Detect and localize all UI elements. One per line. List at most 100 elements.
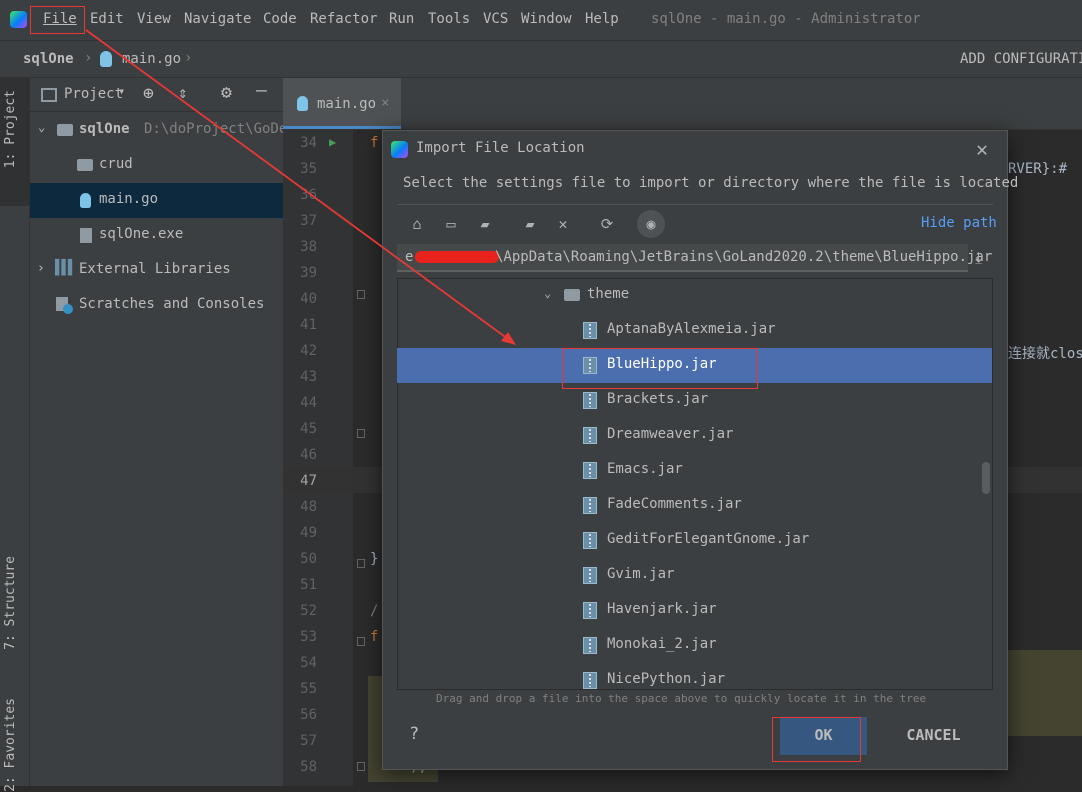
jar-file-icon	[583, 357, 597, 374]
line-number: 54	[300, 655, 317, 671]
run-gutter-icon[interactable]: ▶	[329, 135, 336, 149]
project-toolbar: Project ▾ ⊕ ⇕ ⚙ —	[30, 78, 283, 112]
home-icon[interactable]: ⌂	[406, 213, 428, 235]
code-fragment: }	[370, 551, 379, 567]
locate-icon[interactable]: ⊕	[143, 83, 154, 104]
tree-file-item[interactable]: Dreamweaver.jar	[397, 418, 992, 453]
line-number: 42	[300, 343, 317, 359]
line-number: 38	[300, 239, 317, 255]
path-input[interactable]: e \AppData\Roaming\JetBrains\GoLand2020.…	[397, 244, 992, 272]
cancel-button[interactable]: CANCEL	[890, 717, 977, 755]
jar-file-icon	[583, 462, 597, 479]
menu-navigate[interactable]: Navigate	[184, 11, 251, 27]
new-folder-icon[interactable]: ▰	[519, 213, 541, 235]
tree-file-item[interactable]: Monokai_2.jar	[397, 628, 992, 663]
tree-item-crud[interactable]: crud	[30, 148, 283, 183]
tree-item-sqlone[interactable]: ⌄ sqlOne D:\doProject\GoDem	[30, 113, 296, 148]
path-prefix: e	[405, 249, 414, 265]
close-dialog-icon[interactable]: ✕	[976, 137, 988, 161]
breadcrumb-file[interactable]: main.go	[122, 51, 181, 67]
fold-marker-icon[interactable]	[357, 559, 365, 568]
close-tab-icon[interactable]: ×	[381, 95, 389, 111]
tool-tab-structure[interactable]: 7: Structure	[3, 556, 18, 650]
menu-view[interactable]: View	[137, 11, 171, 27]
file-label: FadeComments.jar	[607, 496, 742, 512]
expand-arrow-icon[interactable]: ›	[37, 261, 45, 276]
add-configuration-button[interactable]: ADD CONFIGURATION	[960, 51, 1082, 67]
breadcrumb-separator-icon: ›	[184, 50, 193, 66]
tree-item-scratches[interactable]: Scratches and Consoles	[30, 288, 283, 323]
tree-file-item[interactable]: NicePython.jar	[397, 663, 992, 690]
menu-edit[interactable]: Edit	[90, 11, 124, 27]
file-label: Gvim.jar	[607, 566, 675, 582]
minimize-icon[interactable]: —	[256, 80, 267, 101]
tree-item-label: crud	[99, 156, 133, 172]
tree-item-sqlone-exe[interactable]: sqlOne.exe	[30, 218, 283, 253]
file-label: Brackets.jar	[607, 391, 709, 407]
tree-file-item[interactable]: BlueHippo.jar	[397, 348, 992, 383]
line-number: 35	[300, 161, 317, 177]
tree-file-item[interactable]: GeditForElegantGnome.jar	[397, 523, 992, 558]
line-number: 57	[300, 733, 317, 749]
menu-vcs[interactable]: VCS	[483, 11, 508, 27]
fold-marker-icon[interactable]	[357, 290, 365, 299]
breadcrumb-project[interactable]: sqlOne	[23, 51, 74, 67]
collapse-all-icon[interactable]: ⇕	[178, 83, 188, 102]
tree-file-item[interactable]: FadeComments.jar	[397, 488, 992, 523]
fold-marker-icon[interactable]	[357, 637, 365, 646]
project-folder-icon[interactable]: ▰	[474, 213, 496, 235]
ok-button[interactable]: OK	[780, 717, 867, 755]
show-hidden-icon[interactable]: ◉	[640, 213, 662, 235]
tree-file-item[interactable]: Brackets.jar	[397, 383, 992, 418]
line-number: 53	[300, 629, 317, 645]
desktop-icon[interactable]: ▭	[440, 213, 462, 235]
gear-icon[interactable]: ⚙	[221, 82, 232, 103]
menu-window[interactable]: Window	[521, 11, 572, 27]
expand-arrow-icon[interactable]: ⌄	[38, 120, 45, 134]
tree-scrollbar[interactable]	[982, 462, 990, 494]
menu-refactor[interactable]: Refactor	[310, 11, 377, 27]
line-number: 45	[300, 421, 317, 437]
line-number: 40	[300, 291, 317, 307]
file-label: Dreamweaver.jar	[607, 426, 734, 442]
menu-file[interactable]: File	[43, 11, 77, 27]
menu-run[interactable]: Run	[389, 11, 414, 27]
line-number: 58	[300, 759, 317, 775]
delete-icon[interactable]: ✕	[552, 213, 574, 235]
hide-path-link[interactable]: Hide path	[921, 215, 997, 231]
menu-help[interactable]: Help	[585, 11, 619, 27]
fold-marker-icon[interactable]	[357, 429, 365, 438]
folder-icon	[564, 289, 580, 301]
navigation-bar: sqlOne › main.go › ADD CONFIGURATION	[0, 40, 1082, 78]
line-number: 43	[300, 369, 317, 385]
line-number: 50	[300, 551, 317, 567]
line-number: 52	[300, 603, 317, 619]
tool-tab-project[interactable]: 1: Project	[3, 90, 18, 168]
fold-marker-icon[interactable]	[357, 762, 365, 771]
jar-file-icon	[583, 532, 597, 549]
tree-item-label: Scratches and Consoles	[79, 296, 265, 312]
folder-icon	[57, 124, 73, 136]
tree-file-item[interactable]: Gvim.jar	[397, 558, 992, 593]
project-view-selector[interactable]: Project	[64, 86, 123, 102]
tree-file-item[interactable]: Emacs.jar	[397, 453, 992, 488]
clock-icon	[63, 304, 73, 314]
tree-file-item[interactable]: Havenjark.jar	[397, 593, 992, 628]
tree-item-main-go[interactable]: main.go	[30, 183, 283, 218]
project-view-icon	[41, 88, 57, 102]
dropdown-arrow-icon[interactable]: ▾	[118, 84, 125, 98]
help-icon[interactable]: ?	[409, 724, 419, 744]
jar-file-icon	[583, 672, 597, 689]
tree-folder-theme[interactable]: ⌄ theme	[397, 278, 992, 313]
code-highlight-block-right	[1005, 650, 1082, 736]
expand-arrow-icon[interactable]: ⌄	[544, 286, 551, 300]
tree-file-item[interactable]: AptanaByAlexmeia.jar	[397, 313, 992, 348]
refresh-icon[interactable]: ⟳	[596, 213, 618, 235]
line-number: 55	[300, 681, 317, 697]
tool-tab-favorites[interactable]: 2: Favorites	[3, 698, 18, 792]
menu-tools[interactable]: Tools	[428, 11, 470, 27]
tree-item-external-libraries[interactable]: › ▌▌▌ External Libraries	[30, 253, 283, 288]
menu-code[interactable]: Code	[263, 11, 297, 27]
breadcrumb-separator-icon: ›	[84, 50, 93, 66]
download-icon[interactable]: ⤓	[975, 248, 982, 268]
